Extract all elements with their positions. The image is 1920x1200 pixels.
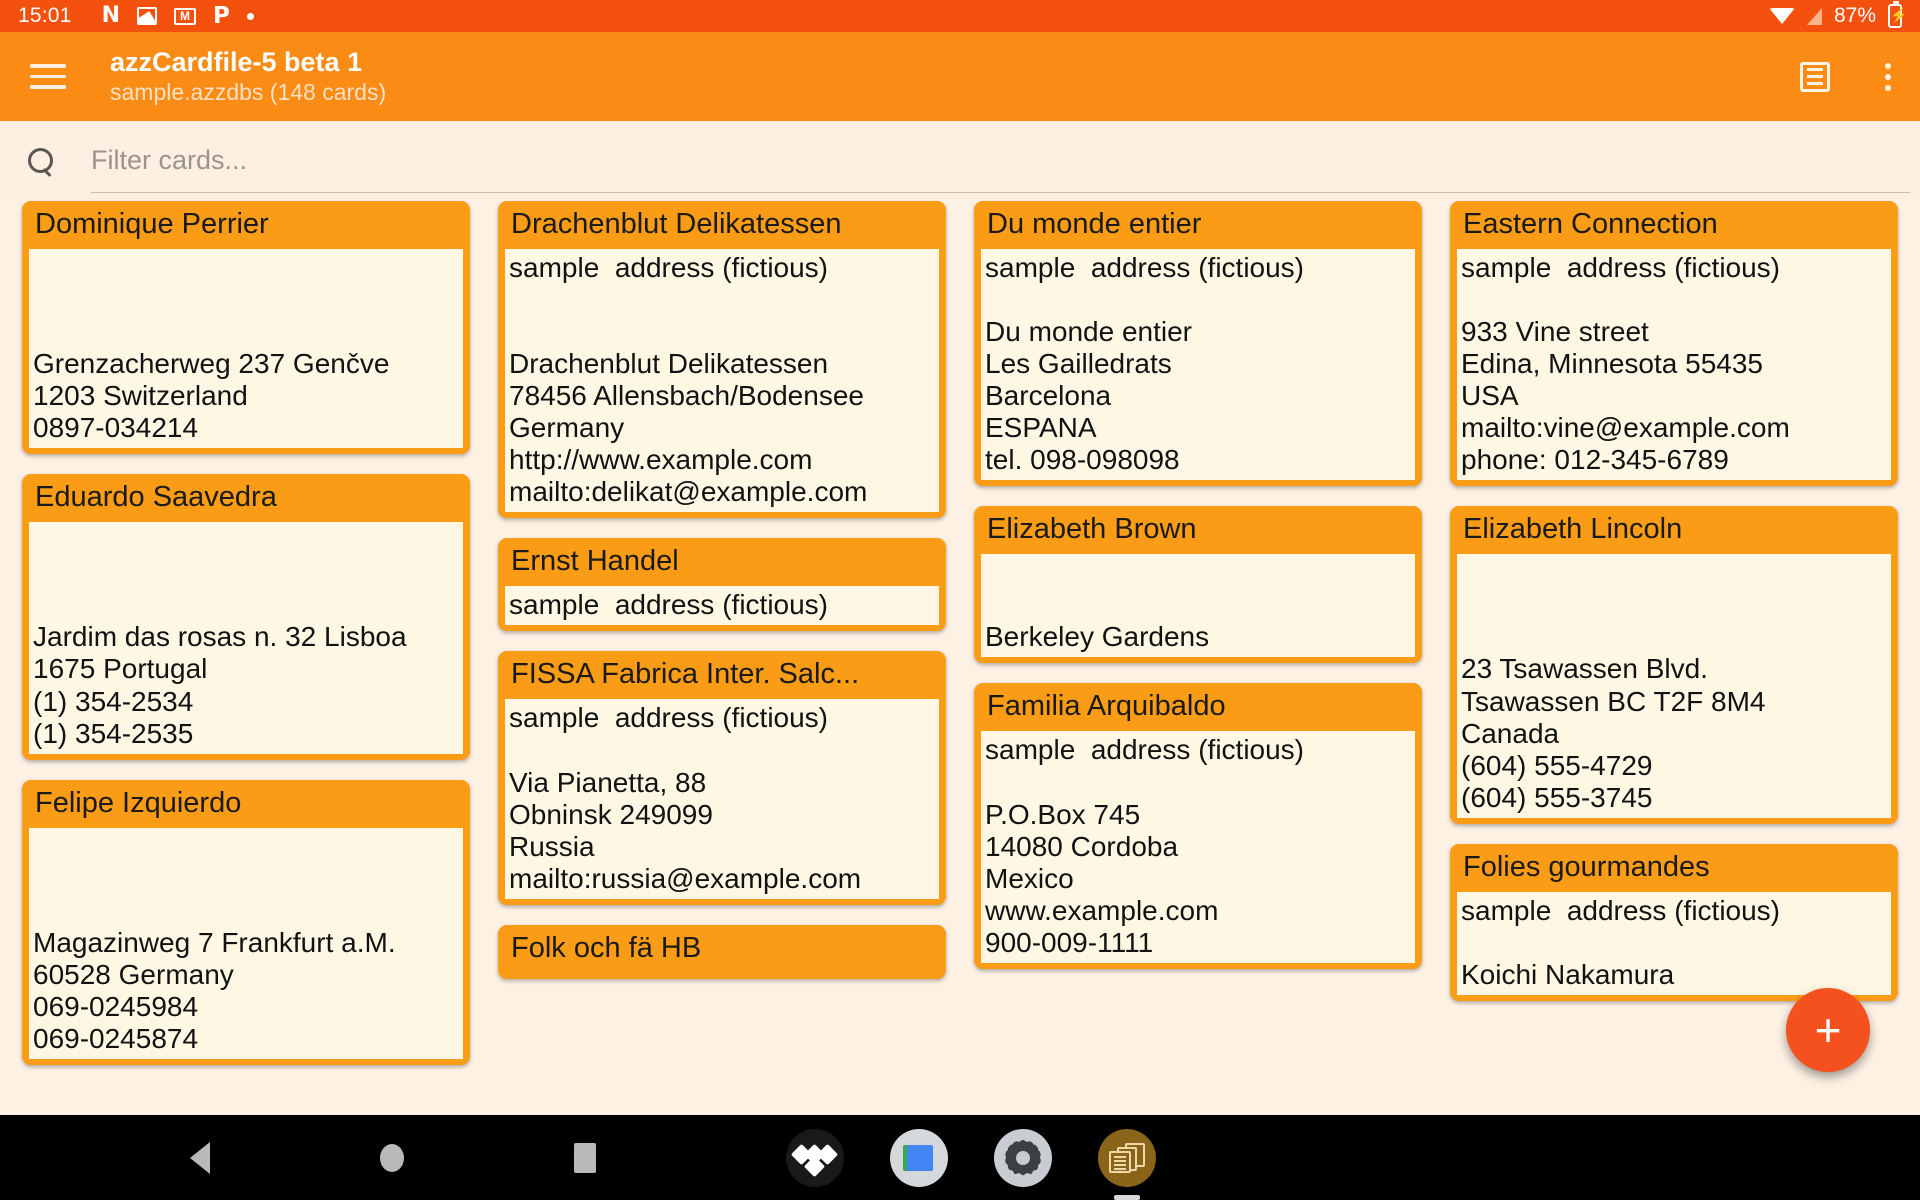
- search-placeholder: Filter cards...: [91, 145, 248, 175]
- netflix-icon: N: [101, 3, 120, 28]
- card-title: Elizabeth Brown: [987, 513, 1197, 546]
- card[interactable]: Folies gourmandes sample address (fictio…: [1450, 843, 1898, 1001]
- card[interactable]: Du monde entier sample address (fictious…: [974, 201, 1422, 487]
- filter-bar: Filter cards...: [0, 121, 1920, 201]
- card[interactable]: Elizabeth Lincoln 23 Tsawassen Blvd. Tsa…: [1450, 506, 1898, 824]
- battery-charging-icon: ⚡: [1888, 1, 1907, 28]
- back-icon[interactable]: [190, 1141, 210, 1174]
- card-body: Berkeley Gardens: [981, 554, 1415, 658]
- card-column: Drachenblut Delikatessen sample address …: [484, 201, 960, 1115]
- card-column: Dominique Perrier Grenzacherweg 237 Genč…: [8, 201, 484, 1115]
- status-bar: 15:01 N P 87% ⚡: [0, 0, 1920, 32]
- dot-icon: [246, 12, 254, 20]
- card-body: Grenzacherweg 237 Genčve 1203 Switzerlan…: [29, 249, 463, 449]
- android-nav-bar: [0, 1115, 1920, 1200]
- system-buttons: [190, 1141, 596, 1174]
- card-body: sample address (fictious) P.O.Box 745 14…: [981, 731, 1415, 963]
- plus-icon: +: [1814, 1004, 1842, 1056]
- active-app-indicator: [1114, 1194, 1140, 1200]
- card[interactable]: FISSA Fabrica Inter. Salc... sample addr…: [498, 651, 946, 905]
- card[interactable]: Drachenblut Delikatessen sample address …: [498, 201, 946, 519]
- card-body: sample address (fictious) 933 Vine stree…: [1457, 249, 1891, 481]
- card-column: Du monde entier sample address (fictious…: [960, 201, 1436, 1115]
- card-title: Drachenblut Delikatessen: [511, 208, 842, 240]
- app-bar-titles: azzCardfile-5 beta 1 sample.azzdbs (148 …: [110, 47, 386, 106]
- card-body: sample address (fictious) Koichi Nakamur…: [1457, 891, 1891, 995]
- card-body: sample address (fictious) Via Pianetta, …: [505, 699, 939, 899]
- card-title: Ernst Handel: [511, 545, 679, 578]
- status-clock: 15:01: [18, 4, 72, 27]
- card-title: Elizabeth Lincoln: [1463, 513, 1683, 546]
- cardfile-app-icon[interactable]: [1098, 1128, 1156, 1200]
- gmail-icon: [173, 7, 196, 25]
- pandora-icon: P: [212, 2, 230, 29]
- app-bar: azzCardfile-5 beta 1 sample.azzdbs (148 …: [0, 32, 1920, 121]
- home-icon[interactable]: [380, 1143, 404, 1172]
- add-card-button[interactable]: +: [1786, 988, 1870, 1072]
- card-grid: Dominique Perrier Grenzacherweg 237 Genč…: [0, 201, 1920, 1115]
- card[interactable]: Ernst Handel sample address (fictious): [498, 538, 946, 632]
- card[interactable]: Elizabeth Brown Berkeley Gardens: [974, 506, 1422, 664]
- card-title: FISSA Fabrica Inter. Salc...: [511, 658, 860, 691]
- search-input[interactable]: Filter cards...: [91, 129, 1910, 193]
- app-shortcuts: [786, 1128, 1156, 1200]
- card[interactable]: Familia Arquibaldo sample address (ficti…: [974, 683, 1422, 969]
- files-app-icon[interactable]: [890, 1128, 948, 1187]
- card-title: Du monde entier: [987, 208, 1202, 240]
- battery-percent: 87%: [1833, 4, 1876, 27]
- card[interactable]: Felipe Izquierdo Magazinweg 7 Frankfurt …: [22, 779, 470, 1065]
- list-view-icon[interactable]: [1800, 61, 1830, 92]
- card-title: Dominique Perrier: [35, 208, 269, 240]
- settings-app-icon[interactable]: [994, 1128, 1052, 1187]
- page-title: azzCardfile-5 beta 1: [110, 47, 363, 77]
- card-body: Magazinweg 7 Frankfurt a.M. 60528 German…: [29, 827, 463, 1059]
- card-title: Familia Arquibaldo: [987, 690, 1226, 723]
- status-right-icons: 87% ⚡: [1768, 1, 1907, 28]
- card-title: Eastern Connection: [1463, 208, 1718, 240]
- card-body: sample address (fictious) Du monde entie…: [981, 249, 1415, 481]
- card-body: sample address (fictious): [505, 586, 939, 626]
- kebab-menu-icon[interactable]: [1882, 60, 1894, 94]
- card-title: Folk och fä HB: [511, 931, 702, 964]
- card[interactable]: Eastern Connection sample address (ficti…: [1450, 201, 1898, 487]
- card-title: Eduardo Saavedra: [35, 481, 277, 514]
- card[interactable]: Dominique Perrier Grenzacherweg 237 Genč…: [22, 201, 470, 455]
- hamburger-icon[interactable]: [30, 64, 66, 89]
- card[interactable]: Eduardo Saavedra Jardim das rosas n. 32 …: [22, 474, 470, 760]
- card-body: sample address (fictious) Drachenblut De…: [505, 249, 939, 513]
- card[interactable]: Folk och fä HB: [498, 924, 946, 979]
- card-body: Jardim das rosas n. 32 Lisboa 1675 Portu…: [29, 522, 463, 754]
- search-icon: [28, 148, 54, 174]
- card-title: Felipe Izquierdo: [35, 786, 242, 819]
- photo-icon: [136, 7, 157, 25]
- card-title: Folies gourmandes: [1463, 850, 1710, 883]
- cell-signal-icon: [1806, 7, 1822, 25]
- recents-icon[interactable]: [574, 1142, 596, 1173]
- app-bar-actions: [1800, 60, 1894, 94]
- page-subtitle: sample.azzdbs (148 cards): [110, 79, 387, 106]
- wifi-icon: [1768, 8, 1795, 24]
- card-body: 23 Tsawassen Blvd. Tsawassen BC T2F 8M4 …: [1457, 554, 1891, 818]
- notification-icons: N P: [101, 2, 254, 29]
- card-column: Eastern Connection sample address (ficti…: [1436, 201, 1912, 1115]
- tidal-app-icon[interactable]: [786, 1128, 844, 1187]
